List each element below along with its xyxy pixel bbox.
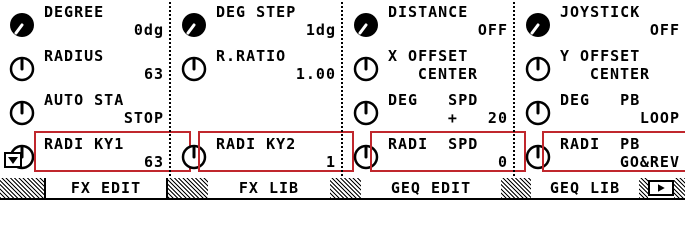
param-name: DEG SPD [388,91,479,109]
tab-separator-hatch [164,178,210,198]
knob-filled-icon[interactable] [180,11,208,39]
param-name: DISTANCE [388,3,469,21]
param-joystick[interactable]: JOYSTICK OFF [516,2,685,46]
tab-separator-hatch [501,178,533,198]
param-value: 1dg [305,21,336,39]
knob-filled-icon[interactable] [8,11,36,39]
param-name: RADIUS [44,47,105,65]
param-label: RADIUS 63 [44,47,164,83]
param-value: OFF [649,21,680,39]
param-deg-pb[interactable]: DEG PB LOOP [516,90,685,134]
param-name: DEG STEP [216,3,297,21]
param-degree[interactable]: DEGREE 0dg [0,2,170,46]
param-label: JOYSTICK OFF [560,3,680,39]
param-value: OFF [477,21,508,39]
param-name: R.RATIO [216,47,287,65]
column-separator [341,2,343,176]
param-value: + 20 [447,109,508,127]
param-name: X OFFSET [388,47,469,65]
tab-separator-hatch [330,178,363,198]
param-label: DEG PB LOOP [560,91,680,127]
param-name: AUTO STA [44,91,125,109]
tab-fx-lib[interactable]: FX LIB [208,178,330,198]
column-separator [169,2,171,176]
tab-geq-edit[interactable]: GEQ EDIT [361,178,501,198]
param-deg-spd[interactable]: DEG SPD + 20 [344,90,514,134]
knob-outline-icon[interactable] [180,55,208,83]
knob-outline-icon[interactable] [524,55,552,83]
param-r-ratio[interactable]: R.RATIO 1.00 [172,46,342,90]
knob-outline-icon[interactable] [8,55,36,83]
param-label: AUTO STA STOP [44,91,164,127]
param-value: LOOP [639,109,680,127]
param-radius[interactable]: RADIUS 63 [0,46,170,90]
knob-filled-icon[interactable] [352,11,380,39]
param-value: 0dg [133,21,164,39]
param-name: DEGREE [44,3,105,21]
param-x-offset[interactable]: X OFFSET CENTER [344,46,514,90]
tab-separator-hatch [674,178,685,198]
param-empty [172,90,342,134]
param-deg-step[interactable]: DEG STEP 1dg [172,2,342,46]
param-label: DISTANCE OFF [388,3,508,39]
tab-separator-hatch [0,178,46,198]
selected-param-highlight [542,131,685,172]
param-auto-sta[interactable]: AUTO STA STOP [0,90,170,134]
more-tabs-right-arrow-icon[interactable] [648,180,674,196]
param-label: R.RATIO 1.00 [216,47,336,83]
param-label: DEG SPD + 20 [388,91,508,127]
param-name: Y OFFSET [560,47,641,65]
param-name: DEG PB [560,91,641,109]
column-separator [513,2,515,176]
selected-param-highlight [34,131,191,172]
param-value: 1.00 [295,65,336,83]
param-value: STOP [123,109,164,127]
param-value: CENTER [417,65,479,83]
knob-outline-icon[interactable] [8,99,36,127]
tab-baseline [0,198,685,200]
knob-filled-icon[interactable] [524,11,552,39]
tab-fx-edit[interactable]: FX EDIT [44,178,168,198]
param-label: DEG STEP 1dg [216,3,336,39]
param-label: X OFFSET CENTER [388,47,508,83]
param-distance[interactable]: DISTANCE OFF [344,2,514,46]
scroll-down-icon[interactable] [4,152,22,168]
tab-separator-hatch [639,178,648,198]
param-value: 63 [143,65,164,83]
param-value: CENTER [589,65,651,83]
param-label: Y OFFSET CENTER [560,47,680,83]
param-label: DEGREE 0dg [44,3,164,39]
effect-parameter-panel: DEGREE 0dg RADIUS 63 AUTO STA STOP RADI KY1 63 D… [0,0,685,201]
selected-param-highlight [198,131,354,172]
knob-outline-icon[interactable] [524,99,552,127]
tab-geq-lib[interactable]: GEQ LIB [531,178,639,198]
knob-outline-icon[interactable] [352,55,380,83]
selected-param-highlight [370,131,526,172]
knob-outline-icon[interactable] [352,99,380,127]
param-name: JOYSTICK [560,3,641,21]
param-y-offset[interactable]: Y OFFSET CENTER [516,46,685,90]
